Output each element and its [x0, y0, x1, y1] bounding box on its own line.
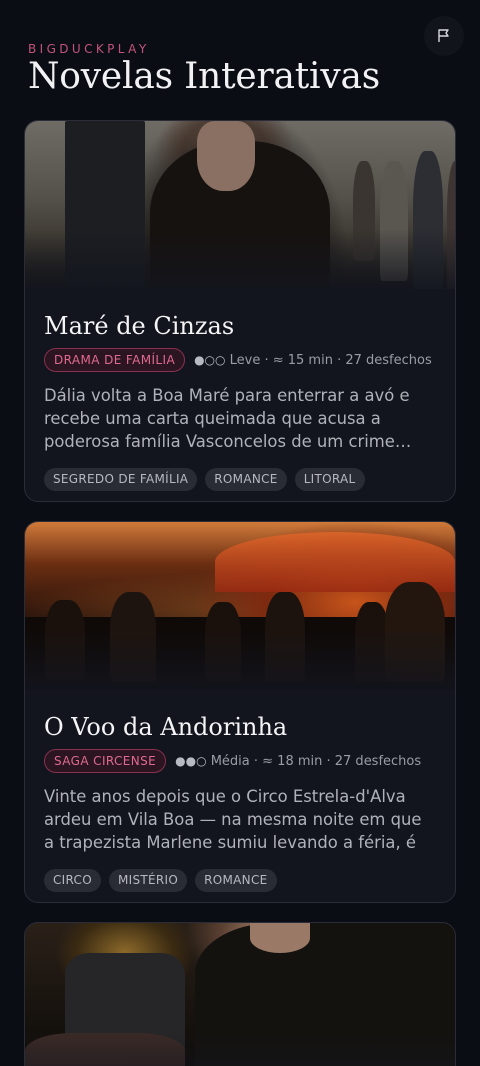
story-title: O Voo da Andorinha	[44, 713, 288, 741]
story-title: Maré de Cinzas	[44, 312, 235, 340]
tag: CIRCO	[44, 869, 101, 892]
genre-badge: SAGA CIRCENSE	[44, 749, 167, 773]
story-card[interactable]: Maré de Cinzas DRAMA DE FAMÍLIA ●○○ Leve…	[24, 120, 456, 502]
story-synopsis: Vinte anos depois que o Circo Estrela-d'…	[44, 787, 422, 852]
story-cover-image	[25, 121, 455, 289]
report-button[interactable]	[424, 16, 464, 56]
brand-label: BIGDUCKPLAY	[28, 42, 150, 56]
tag: MISTÉRIO	[108, 869, 188, 892]
page-title: Novelas Interativas	[28, 56, 381, 97]
meta-details: Média · ≈ 18 min · 27 desfechos	[206, 753, 422, 769]
difficulty-dots: ●○○	[194, 352, 226, 367]
story-meta: ●●○ Média · ≈ 18 min · 27 desfechos	[175, 754, 421, 769]
tag: LITORAL	[294, 468, 365, 491]
tag: ROMANCE	[195, 869, 277, 892]
story-card[interactable]	[24, 922, 456, 1066]
app-screen: BIGDUCKPLAY Novelas Interativas Maré de …	[0, 0, 480, 1066]
flag-icon	[438, 29, 449, 42]
story-cover-image	[25, 923, 455, 1066]
genre-badge: DRAMA DE FAMÍLIA	[44, 348, 186, 372]
story-meta: ●○○ Leve · ≈ 15 min · 27 desfechos	[194, 353, 432, 368]
tag: SEGREDO DE FAMÍLIA	[44, 468, 198, 491]
tag-list: SEGREDO DE FAMÍLIA ROMANCE LITORAL	[44, 468, 436, 491]
difficulty-dots: ●●○	[175, 753, 207, 768]
story-synopsis: Dália volta a Boa Maré para enterrar a a…	[44, 386, 412, 451]
meta-details: Leve · ≈ 15 min · 27 desfechos	[225, 352, 432, 368]
story-card[interactable]: O Voo da Andorinha SAGA CIRCENSE ●●○ Méd…	[24, 521, 456, 903]
tag-list: CIRCO MISTÉRIO ROMANCE	[44, 869, 436, 892]
story-cover-image	[25, 522, 455, 690]
tag: ROMANCE	[205, 468, 287, 491]
